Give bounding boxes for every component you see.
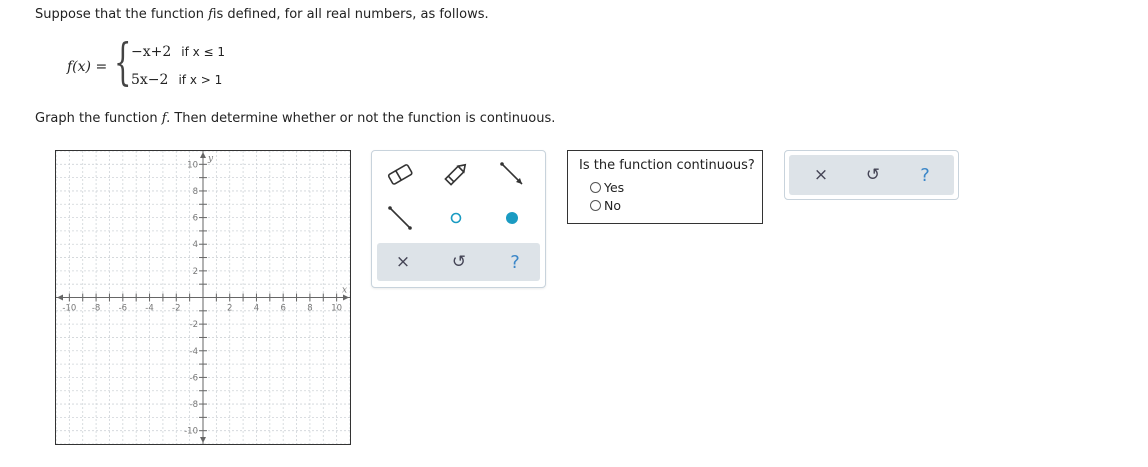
graph-canvas[interactable]: -10 -8 -6 -4 -2 2 4 6 8 10 10 8 6 4 2 -2 -4 -6 -8 -10 x y bbox=[55, 150, 351, 445]
instruction-text: Graph the function bbox=[35, 111, 162, 126]
piece-1: −x+2 if x ≤ 1 bbox=[131, 44, 225, 60]
instruction-function: f. bbox=[161, 111, 171, 126]
answer-action-bar: × ↺ ? bbox=[784, 150, 959, 200]
option-no[interactable]: No bbox=[590, 198, 621, 213]
x-tick-label: 2 bbox=[227, 304, 232, 314]
y-tick-label: 4 bbox=[193, 240, 198, 250]
radio-no[interactable] bbox=[590, 200, 601, 211]
answer-clear-button[interactable]: × bbox=[801, 156, 841, 194]
x-tick-label: 10 bbox=[331, 304, 342, 314]
x-axis-arrow-left bbox=[57, 294, 63, 301]
piece-2-expr: 5x−2 bbox=[131, 72, 169, 88]
help-button[interactable]: ? bbox=[495, 243, 535, 281]
y-axis-arrow bbox=[200, 152, 206, 158]
open-circle-icon[interactable] bbox=[436, 200, 476, 236]
closed-circle-icon[interactable] bbox=[492, 200, 532, 236]
ray-icon[interactable] bbox=[492, 156, 532, 192]
pencil-icon[interactable] bbox=[436, 156, 476, 192]
y-tick-label: 10 bbox=[187, 160, 198, 170]
instruction-text-end: Then determine whether or not the functi… bbox=[170, 111, 556, 126]
x-tick-label: -2 bbox=[172, 304, 180, 314]
drawing-toolbox: × ↺ ? bbox=[371, 150, 546, 288]
x-tick-label: 4 bbox=[254, 304, 259, 314]
y-axis-label: y bbox=[207, 154, 214, 164]
y-tick-label: -6 bbox=[190, 373, 198, 383]
x-tick-label: -4 bbox=[145, 304, 153, 314]
piece-2: 5x−2 if x > 1 bbox=[131, 72, 222, 88]
y-tick-label: -10 bbox=[184, 427, 198, 437]
piece-2-condition: if x > 1 bbox=[178, 73, 223, 87]
y-axis-arrow-down bbox=[200, 437, 206, 443]
x-axis-label: x bbox=[342, 286, 347, 296]
piecewise-brace: { bbox=[114, 33, 132, 91]
option-no-label: No bbox=[604, 198, 621, 213]
y-tick-label: 2 bbox=[193, 267, 198, 277]
answer-actions: × ↺ ? bbox=[789, 155, 954, 195]
option-yes[interactable]: Yes bbox=[590, 180, 624, 195]
continuity-question-title: Is the function continuous? bbox=[579, 158, 755, 173]
y-tick-label: -4 bbox=[190, 347, 198, 357]
segment-icon[interactable] bbox=[380, 200, 420, 236]
y-tick-label: -2 bbox=[190, 320, 198, 330]
instruction: Graph the function f. Then determine whe… bbox=[35, 111, 555, 126]
problem-statement: Suppose that the function fis defined, f… bbox=[35, 7, 489, 22]
intro-text: Suppose that the function bbox=[35, 7, 209, 22]
x-tick-label: 8 bbox=[307, 304, 312, 314]
option-yes-label: Yes bbox=[604, 180, 625, 195]
eraser-icon[interactable] bbox=[380, 156, 420, 192]
clear-button[interactable]: × bbox=[383, 243, 423, 281]
radio-yes[interactable] bbox=[590, 182, 601, 193]
x-tick-label: 6 bbox=[280, 304, 285, 314]
piece-1-condition: if x ≤ 1 bbox=[181, 45, 226, 59]
function-label: f(x) = bbox=[67, 59, 108, 75]
x-tick-label: -8 bbox=[92, 304, 100, 314]
y-tick-label: 6 bbox=[193, 214, 198, 224]
x-tick-label: -10 bbox=[62, 304, 76, 314]
answer-undo-button[interactable]: ↺ bbox=[853, 156, 893, 194]
y-tick-label: -8 bbox=[190, 400, 198, 410]
y-tick-label: 8 bbox=[193, 187, 198, 197]
intro-text-end: is defined, for all real numbers, as fol… bbox=[212, 7, 489, 22]
coordinate-plane[interactable]: -10 -8 -6 -4 -2 2 4 6 8 10 10 8 6 4 2 -2 -4 -6 -8 -10 x y bbox=[55, 150, 351, 445]
continuity-question: Is the function continuous? Yes No bbox=[567, 150, 763, 224]
x-tick-label: -6 bbox=[119, 304, 127, 314]
toolbox-actions: × ↺ ? bbox=[377, 243, 540, 281]
answer-help-button[interactable]: ? bbox=[905, 156, 945, 194]
piece-1-expr: −x+2 bbox=[131, 44, 172, 60]
undo-button[interactable]: ↺ bbox=[439, 243, 479, 281]
